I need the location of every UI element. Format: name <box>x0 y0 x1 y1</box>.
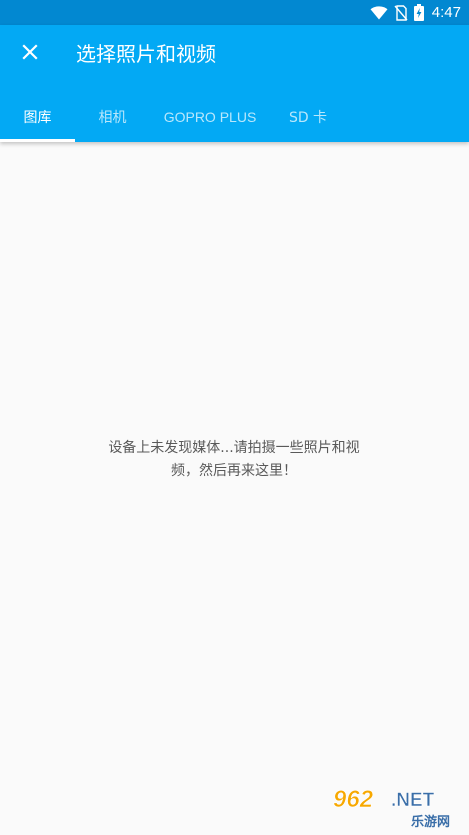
watermark-cn: 乐游网 <box>411 814 450 829</box>
tab-gallery-label: 图库 <box>23 109 52 126</box>
watermark-logo: 962 .NET 乐游网 <box>331 785 463 830</box>
tab-camera-label: 相机 <box>98 109 127 126</box>
page-title: 选择照片和视频 <box>76 42 216 66</box>
empty-message-line-2: 频，然后再来这里！ <box>171 463 297 479</box>
tab-camera[interactable]: 相机 <box>75 91 150 142</box>
empty-state-message: 设备上未发现媒体...请拍摄一些照片和视 频，然后再来这里！ <box>84 437 384 483</box>
empty-message-line-1: 设备上未发现媒体...请拍摄一些照片和视 <box>108 440 360 456</box>
wifi-icon <box>370 5 388 20</box>
tab-gopro-plus-label: GOPRO PLUS <box>163 108 257 125</box>
tab-sd-card-label: SD 卡 <box>288 109 328 126</box>
battery-charging-icon <box>413 4 424 21</box>
close-icon <box>22 44 38 64</box>
watermark-number: 962 <box>333 786 374 813</box>
tab-bar: 图库 相机 GOPRO PLUS SD 卡 <box>0 91 346 142</box>
no-sim-icon <box>394 4 408 21</box>
tab-gopro-plus[interactable]: GOPRO PLUS <box>150 91 270 142</box>
close-button[interactable] <box>10 34 50 74</box>
status-icons: 4:47 <box>370 0 461 25</box>
app-bar: 选择照片和视频 图库 相机 GOPRO PLUS SD 卡 <box>0 25 469 142</box>
status-time: 4:47 <box>431 4 461 21</box>
tab-sd-card[interactable]: SD 卡 <box>270 91 346 142</box>
status-bar: 4:47 <box>0 0 469 25</box>
watermark-domain: .NET <box>391 790 435 811</box>
tab-gallery[interactable]: 图库 <box>0 91 75 142</box>
